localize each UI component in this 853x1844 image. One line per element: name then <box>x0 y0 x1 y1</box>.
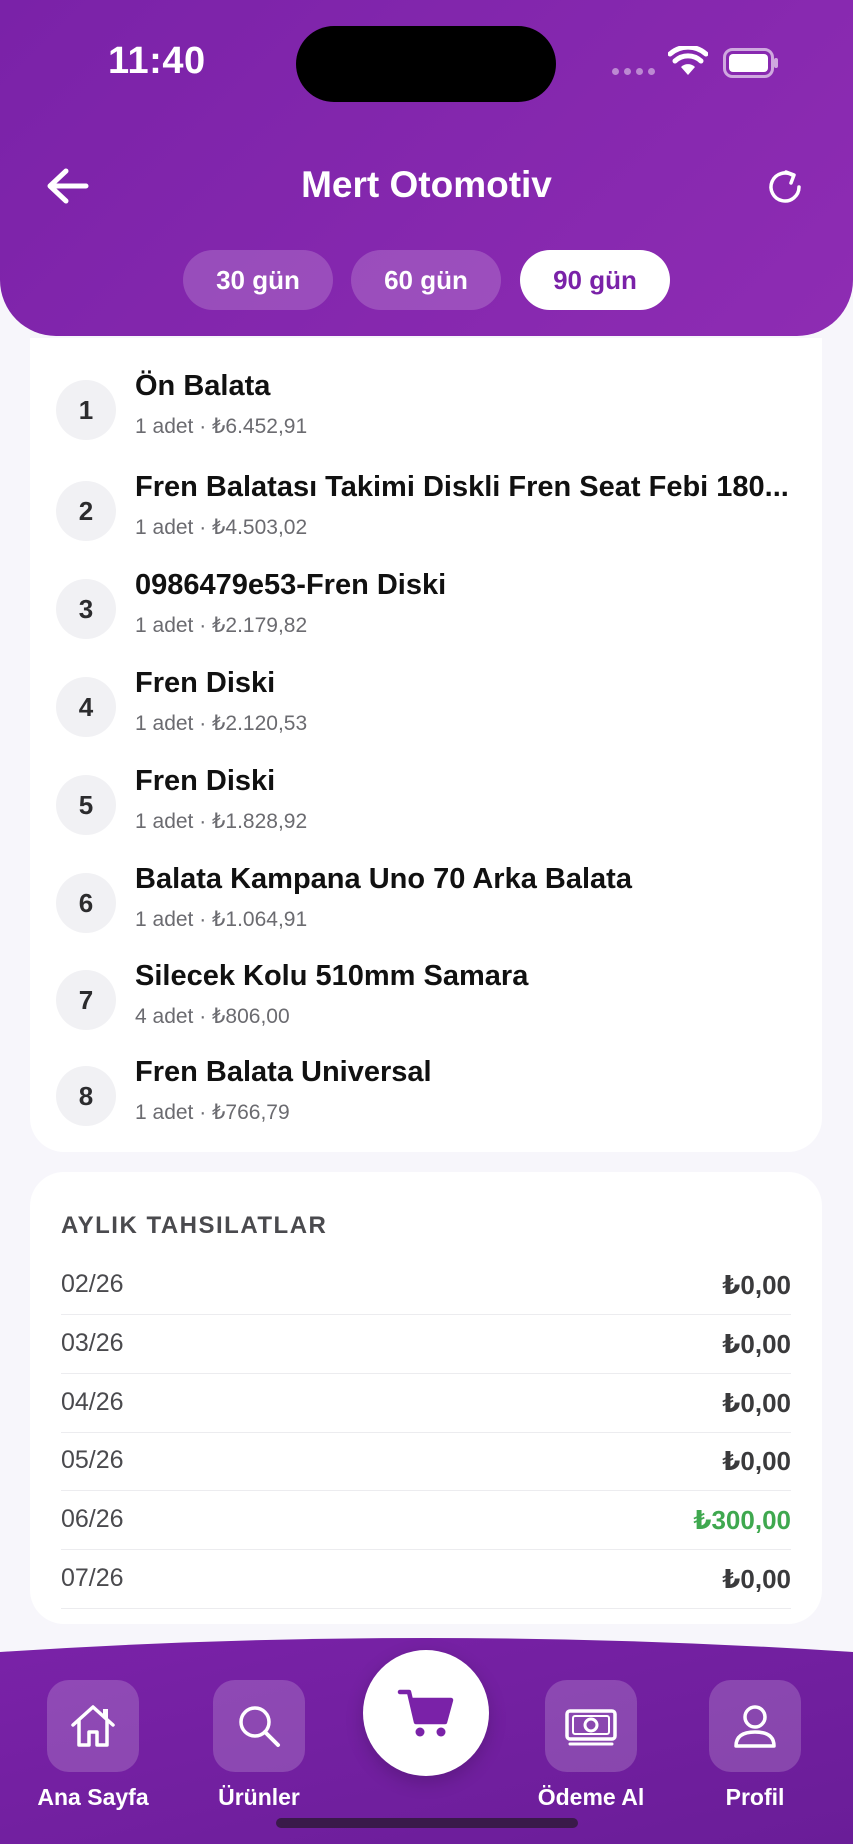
product-row[interactable]: 7 Silecek Kolu 510mm Samara 4 adet · ₺80… <box>30 958 822 1048</box>
nav-label: Ana Sayfa <box>37 1784 149 1810</box>
cellular-signal-icon <box>612 68 655 75</box>
product-meta: 1 adet · ₺4.503,02 <box>135 516 308 539</box>
rank-badge: 2 <box>56 481 116 541</box>
cart-button[interactable] <box>363 1650 489 1776</box>
home-indicator <box>276 1818 578 1828</box>
bottom-navigation: Ana Sayfa Ürünler Ödeme Al Profil <box>0 1632 853 1844</box>
rank-badge: 6 <box>56 873 116 933</box>
cash-icon <box>545 1680 637 1772</box>
product-row[interactable]: 1 Ön Balata 1 adet · ₺6.452,91 <box>30 368 822 458</box>
rank-badge: 1 <box>56 380 116 440</box>
product-name: Balata Kampana Uno 70 Arka Balata <box>135 863 632 895</box>
product-meta: 1 adet · ₺766,79 <box>135 1101 290 1124</box>
wifi-icon <box>668 46 708 75</box>
collection-month: 05/26 <box>61 1446 124 1474</box>
rank-badge: 3 <box>56 579 116 639</box>
product-name: Fren Diski <box>135 667 276 699</box>
cart-icon <box>397 1689 454 1737</box>
segment-30-days[interactable]: 30 gün <box>183 250 333 310</box>
collection-row: 07/26 ₺0,00 <box>61 1550 791 1609</box>
product-row[interactable]: 4 Fren Diski 1 adet · ₺2.120,53 <box>30 665 822 755</box>
product-meta: 1 adet · ₺2.179,82 <box>135 614 308 637</box>
product-row[interactable]: 5 Fren Diski 1 adet · ₺1.828,92 <box>30 763 822 853</box>
product-name: 0986479e53-Fren Diski <box>135 569 447 601</box>
collection-month: 02/26 <box>61 1270 124 1298</box>
monthly-collections-card: AYLIK TAHSILATLAR 02/26 ₺0,00 03/26 ₺0,0… <box>30 1172 822 1624</box>
collection-row: 03/26 ₺0,00 <box>61 1315 791 1374</box>
collection-row: 06/26 ₺300,00 <box>61 1491 791 1550</box>
battery-icon <box>723 48 778 78</box>
collection-month: 06/26 <box>61 1505 124 1533</box>
collection-amount: ₺0,00 <box>722 1329 791 1359</box>
user-icon <box>709 1680 801 1772</box>
product-name: Fren Balatası Takimi Diskli Fren Seat Fe… <box>135 471 789 503</box>
segment-60-days[interactable]: 60 gün <box>351 250 501 310</box>
refresh-icon[interactable] <box>762 164 808 210</box>
header: 11:40 Mert Otomotiv 30 gün 60 gün 90 gün <box>0 0 853 336</box>
collection-month: 04/26 <box>61 1388 124 1416</box>
search-icon <box>213 1680 305 1772</box>
product-meta: 1 adet · ₺1.828,92 <box>135 810 308 833</box>
collection-row: 04/26 ₺0,00 <box>61 1374 791 1433</box>
rank-badge: 7 <box>56 970 116 1030</box>
rank-badge: 5 <box>56 775 116 835</box>
dynamic-island <box>296 26 556 102</box>
top-products-card: 1 Ön Balata 1 adet · ₺6.452,91 2 Fren Ba… <box>30 338 822 1152</box>
product-meta: 4 adet · ₺806,00 <box>135 1005 290 1028</box>
collection-row: 02/26 ₺0,00 <box>61 1256 791 1315</box>
product-name: Fren Diski <box>135 765 276 797</box>
product-row[interactable]: 2 Fren Balatası Takimi Diskli Fren Seat … <box>30 469 822 559</box>
collection-amount: ₺0,00 <box>722 1388 791 1418</box>
product-name: Silecek Kolu 510mm Samara <box>135 960 529 992</box>
product-meta: 1 adet · ₺6.452,91 <box>135 415 308 438</box>
collection-amount: ₺0,00 <box>722 1270 791 1300</box>
nav-home[interactable]: Ana Sayfa <box>28 1680 158 1830</box>
collection-row: 05/26 ₺0,00 <box>61 1432 791 1491</box>
collection-month: 03/26 <box>61 1329 124 1357</box>
nav-products[interactable]: Ürünler <box>194 1680 324 1830</box>
product-meta: 1 adet · ₺1.064,91 <box>135 908 308 931</box>
product-row[interactable]: 8 Fren Balata Universal 1 adet · ₺766,79 <box>30 1054 822 1144</box>
nav-payment[interactable]: Ödeme Al <box>526 1680 656 1830</box>
rank-badge: 8 <box>56 1066 116 1126</box>
product-row[interactable]: 6 Balata Kampana Uno 70 Arka Balata 1 ad… <box>30 861 822 951</box>
product-meta: 1 adet · ₺2.120,53 <box>135 712 308 735</box>
product-row[interactable]: 3 0986479e53-Fren Diski 1 adet · ₺2.179,… <box>30 567 822 657</box>
product-name: Ön Balata <box>135 370 271 402</box>
collection-amount: ₺0,00 <box>722 1446 791 1476</box>
home-icon <box>47 1680 139 1772</box>
collection-amount: ₺300,00 <box>693 1505 791 1535</box>
collection-month: 07/26 <box>61 1564 124 1592</box>
nav-label: Ürünler <box>218 1784 300 1810</box>
nav-label: Ödeme Al <box>537 1784 645 1810</box>
page-title: Mert Otomotiv <box>301 164 552 205</box>
collection-amount: ₺0,00 <box>722 1564 791 1594</box>
product-name: Fren Balata Universal <box>135 1056 432 1088</box>
nav-profile[interactable]: Profil <box>690 1680 820 1830</box>
segment-90-days[interactable]: 90 gün <box>520 250 670 310</box>
rank-badge: 4 <box>56 677 116 737</box>
status-time: 11:40 <box>108 40 206 82</box>
nav-label: Profil <box>725 1784 785 1810</box>
section-title: AYLIK TAHSILATLAR <box>61 1212 328 1239</box>
